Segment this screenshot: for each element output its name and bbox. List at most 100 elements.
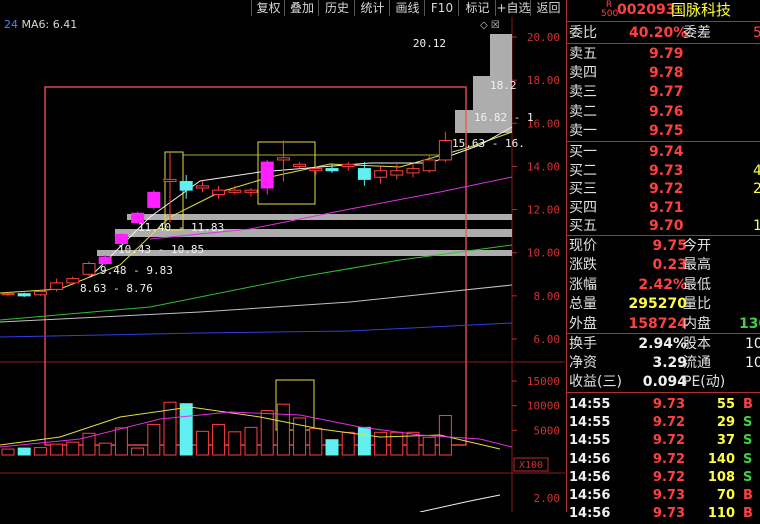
order-ratio-value: 40.20% [629, 25, 688, 41]
chart-toolbar: 复权 叠加 历史 统计 画线 F10 标记 +自选 返回 [0, 0, 565, 17]
ma-line [0, 322, 513, 338]
tick-price: 9.73 [652, 488, 685, 503]
tick-volume: 37 [716, 433, 735, 449]
tick-volume: 108 [707, 469, 735, 485]
gap-bar [490, 34, 512, 76]
volume-bar [422, 436, 436, 456]
volume-bar [293, 417, 307, 456]
gap-label: 20.12 [413, 37, 446, 50]
candle-body [82, 263, 96, 275]
candle-body [406, 168, 420, 174]
candle-body [374, 170, 388, 178]
volume-bar [228, 431, 242, 456]
candle-body [422, 159, 436, 172]
stock-code: 002093 [617, 2, 676, 18]
candle-body [293, 163, 307, 167]
tick-time: 14:55 [569, 433, 611, 449]
close-box-icon[interactable]: ☒ [491, 20, 500, 31]
tick-side: S [743, 415, 753, 431]
tick-time: 14:56 [569, 451, 611, 467]
stat-value: 0.094 [642, 374, 687, 390]
volume-bar [17, 447, 31, 456]
quote-label: 总量 [569, 296, 597, 313]
bid-level-label: 买三 [569, 181, 597, 197]
bid-level-label: 买一 [569, 144, 597, 160]
price-tick-label: 20.00 [527, 31, 560, 44]
quote-value-2: 130 [739, 315, 760, 332]
tick-side: S [743, 451, 753, 467]
tick-volume: 55 [716, 397, 735, 412]
bid-level-label: 买二 [569, 162, 597, 179]
restore-rights-button[interactable]: 复权 [251, 0, 285, 16]
volume-bar [357, 426, 371, 456]
quote-label: 涨跌 [569, 257, 597, 274]
ask-level-label: 卖四 [569, 65, 597, 82]
ask-level-label: 卖三 [569, 84, 597, 101]
market-badge: R 500 [601, 1, 618, 19]
volume-bar [341, 431, 355, 456]
candle-body [98, 256, 112, 264]
tick-price: 9.72 [652, 451, 685, 467]
price-tick-label: 6.00 [534, 333, 561, 346]
volume-bar [309, 427, 323, 456]
stock-name: 国脉科技 [671, 1, 732, 19]
history-button[interactable]: 历史 [318, 0, 355, 16]
quote-label-2: 内盘 [683, 315, 711, 332]
quote-panel: R 500 002093 国脉科技 委比 40.20% 委差 5 卖五 9.79 卖四 9.78 卖三 9… [566, 0, 760, 521]
quote-value: 295270 [628, 296, 687, 313]
gap-label: 10.43 - 10.85 [118, 243, 204, 256]
price-tick-label: 14.00 [527, 160, 560, 173]
candle-body [50, 282, 64, 290]
tick-side: S [743, 469, 753, 485]
stats-button[interactable]: 统计 [354, 0, 390, 16]
volume-bar [33, 447, 47, 456]
tick-price: 9.72 [652, 469, 685, 485]
volume-bar [212, 423, 226, 456]
ma-line [0, 284, 513, 323]
mark-button[interactable]: 标记 [458, 0, 496, 16]
quote-label-2: 今开 [683, 238, 711, 254]
kline-chart[interactable]: 20.0018.0016.0014.0012.0010.008.006.0015… [0, 17, 565, 512]
quote-label: 涨幅 [569, 276, 597, 293]
gap-label: 16.82 - 1 [474, 111, 534, 124]
diamond-icon[interactable]: ◇ [480, 20, 488, 31]
order-diff-label: 委差 [683, 25, 711, 41]
candle-body [309, 168, 323, 172]
quote-label-2: 量比 [683, 296, 711, 313]
candle-body [33, 291, 47, 296]
candle-body [357, 168, 371, 180]
back-button[interactable]: 返回 [530, 0, 566, 16]
stat-value-2: 10 [745, 336, 760, 352]
volume-bar [374, 431, 388, 456]
volume-bar [276, 403, 290, 456]
tick-time: 14:56 [569, 506, 611, 522]
candle-body [147, 191, 161, 208]
ask-level-price: 9.76 [649, 103, 684, 120]
tick-price: 9.73 [652, 397, 685, 412]
volume-tick-label: 5000 [534, 424, 561, 437]
draw-line-button[interactable]: 画线 [389, 0, 425, 16]
bid-level-price: 9.71 [649, 199, 684, 216]
stat-label: 净资 [569, 355, 597, 371]
ask-level-label: 卖一 [569, 122, 597, 139]
add-watchlist-button[interactable]: +自选 [495, 0, 531, 16]
chart-toggles[interactable]: ◇ ☒ [480, 20, 500, 31]
volume-bar [114, 427, 128, 456]
stat-value: 2.94% [638, 336, 687, 352]
f10-button[interactable]: F10 [424, 0, 459, 16]
ask-level-label: 卖五 [569, 46, 597, 62]
panel-divider [567, 392, 760, 393]
candle-body [228, 189, 242, 193]
quote-value: 2.42% [638, 276, 687, 293]
overlay-button[interactable]: 叠加 [284, 0, 319, 16]
ma-value: MA6: 6.41 [21, 18, 78, 31]
order-ratio-label: 委比 [569, 25, 597, 41]
quote-label: 外盘 [569, 315, 597, 332]
candle-body [1, 293, 15, 296]
ask-level-price: 9.77 [649, 84, 684, 101]
ask-level-price: 9.79 [649, 46, 684, 62]
indicator-line [419, 494, 501, 512]
candle-body [212, 189, 226, 195]
tick-time: 14:56 [569, 488, 611, 503]
gap-label: 8.63 - 8.76 [80, 282, 153, 295]
